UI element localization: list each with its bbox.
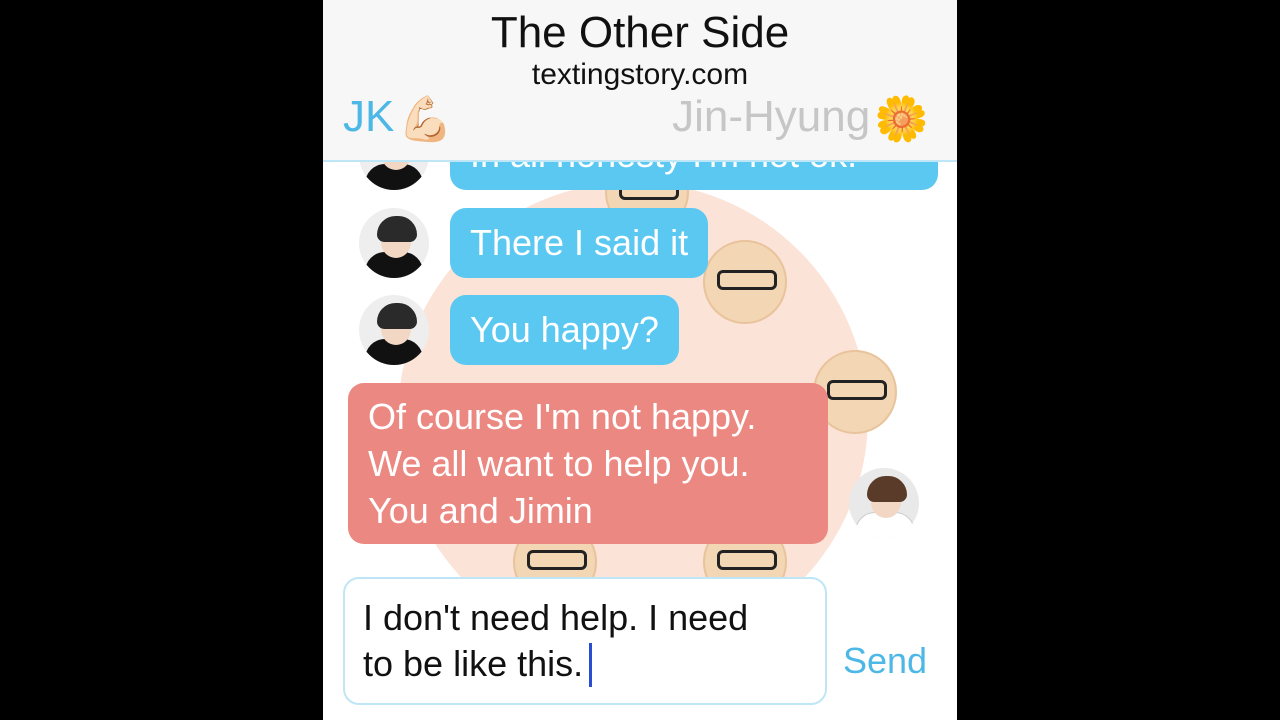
site-url: textingstory.com [531, 58, 749, 91]
contact-right[interactable]: Jin-Hyung🌼 [672, 92, 929, 145]
chat-header: The Other Side textingstory.com JK💪🏻 Jin… [323, 0, 957, 162]
contact-left[interactable]: JK💪🏻 [343, 92, 453, 145]
flexed-biceps-icon: 💪🏻 [398, 95, 454, 145]
message-bubble-left: You happy? [450, 295, 679, 365]
avatar-jk [359, 208, 429, 278]
message-input-text[interactable]: I don't need help. I need to be like thi… [363, 595, 803, 687]
avatar-jk [359, 160, 429, 190]
input-line: I don't need help. I need [363, 597, 749, 638]
app-title: The Other Side [490, 8, 790, 57]
message-line: You and Jimin [368, 490, 593, 531]
contact-right-name: Jin-Hyung [672, 92, 871, 141]
message-line: Of course I'm not happy. [368, 396, 757, 437]
message-line: We all want to help you. [368, 443, 750, 484]
message-bubble-right: Of course I'm not happy. We all want to … [348, 383, 828, 544]
input-line: to be like this. [363, 643, 584, 684]
send-button[interactable]: Send [843, 640, 927, 682]
contact-left-name: JK [343, 92, 395, 141]
phone-screen: The Other Side textingstory.com JK💪🏻 Jin… [323, 0, 957, 720]
avatar-jin [849, 468, 919, 538]
message-bubble-left: There I said it [450, 208, 709, 278]
text-caret [589, 643, 593, 687]
blossom-icon: 🌼 [874, 95, 929, 145]
avatar-jk [359, 295, 429, 365]
message-bubble-left: In all honesty I'm not ok. [450, 160, 938, 190]
message-input[interactable]: I don't need help. I need to be like thi… [343, 577, 827, 705]
jimin-sticker [703, 240, 787, 324]
